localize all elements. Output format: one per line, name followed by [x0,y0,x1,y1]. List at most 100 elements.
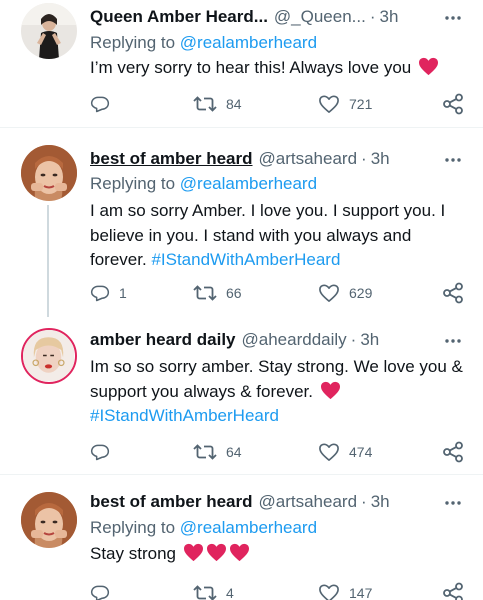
reply-button[interactable] [90,581,119,600]
reply-icon [90,96,110,113]
replying-to-label: Replying to [90,33,180,52]
retweet-count: 84 [226,96,242,112]
retweet-icon [193,285,217,301]
user-handle[interactable]: @_Queen... [274,7,366,27]
retweet-icon [193,444,217,460]
hashtag-link[interactable]: #IStandWithAmberHeard [151,250,340,269]
tweet-text-content: Im so so sorry amber. Stay strong. We lo… [90,357,463,401]
tweet[interactable]: best of amber heard @artsaheard · 3h Rep… [0,475,483,600]
mention-link[interactable]: @realamberheard [180,518,317,537]
retweet-icon [193,96,217,112]
user-handle[interactable]: @artsaheard [259,149,358,169]
like-count: 474 [349,444,373,460]
tweet-actions: 1 66 629 [90,281,470,305]
reply-icon [90,444,110,461]
retweet-icon [193,585,217,600]
tweet-text: Stay strong [90,542,469,567]
tweet-header: best of amber heard @artsaheard · 3h [90,149,483,173]
tweet-actions: 84 721 [90,92,470,116]
like-button[interactable]: 147 [318,581,372,600]
tweet[interactable]: best of amber heard @artsaheard · 3h Rep… [0,128,483,318]
share-icon [443,282,463,304]
replying-to-label: Replying to [90,174,180,193]
retweet-button[interactable]: 66 [193,281,242,305]
reply-button[interactable] [90,92,119,116]
separator-dot: · [361,492,367,511]
thread-line [47,205,49,317]
like-icon [319,584,339,600]
replying-to: Replying to @realamberheard [90,33,317,53]
display-name[interactable]: Queen Amber Heard... [90,7,268,27]
tweet-text-content: Stay strong [90,544,176,563]
retweet-count: 4 [226,585,234,600]
avatar[interactable] [21,145,77,201]
display-name[interactable]: best of amber heard [90,492,253,512]
mention-link[interactable]: @realamberheard [180,33,317,52]
user-handle[interactable]: @artsaheard [259,492,358,512]
like-button[interactable]: 629 [318,281,372,305]
more-icon[interactable] [443,8,463,28]
retweet-count: 64 [226,444,242,460]
tweet-header: amber heard daily @ahearddaily · 3h [90,330,483,354]
timestamp[interactable]: 3h [360,330,379,350]
replying-to: Replying to @realamberheard [90,518,317,538]
replying-to-label: Replying to [90,518,180,537]
timestamp[interactable]: 3h [371,149,390,169]
hashtag-link[interactable]: #IStandWithAmberHeard [90,406,279,425]
red-heart-emoji [418,57,439,76]
more-icon[interactable] [443,331,463,351]
replying-to: Replying to @realamberheard [90,174,317,194]
share-button[interactable] [442,281,464,305]
red-heart-emoji [320,381,341,400]
separator-dot: · [369,7,376,26]
share-button[interactable] [442,92,464,116]
tweet-text: I’m very sorry to hear this! Always love… [90,56,469,81]
display-name[interactable]: amber heard daily [90,330,236,350]
tweet-text: I am so sorry Amber. I love you. I suppo… [90,199,469,273]
retweet-count: 66 [226,285,242,301]
like-icon [319,95,339,113]
tweet-actions: 4 147 [90,581,470,600]
like-count: 629 [349,285,373,301]
avatar[interactable] [21,492,77,548]
tweet-actions: 64 474 [90,440,470,464]
separator-dot: · [350,330,357,349]
reply-button[interactable]: 1 [90,281,127,305]
like-count: 147 [349,585,373,600]
red-heart-emoji [206,543,227,562]
avatar[interactable] [21,3,77,59]
share-button[interactable] [442,440,464,464]
retweet-button[interactable]: 84 [193,92,242,116]
like-count: 721 [349,96,373,112]
reply-button[interactable] [90,440,119,464]
reply-icon [90,285,110,302]
mention-link[interactable]: @realamberheard [180,174,317,193]
reply-count: 1 [119,285,127,301]
share-icon [443,441,463,463]
like-button[interactable]: 474 [318,440,372,464]
more-icon[interactable] [443,150,463,170]
tweet[interactable]: Queen Amber Heard... @_Queen... · 3h Rep… [0,0,483,126]
separator-dot: · [361,149,367,168]
retweet-button[interactable]: 4 [193,581,234,600]
more-icon[interactable] [443,493,463,513]
tweet-text-content: I’m very sorry to hear this! Always love… [90,58,412,77]
red-heart-emoji [183,543,204,562]
tweet[interactable]: amber heard daily @ahearddaily · 3h Im s… [0,318,483,480]
display-name[interactable]: best of amber heard [90,149,253,169]
share-icon [443,582,463,600]
user-handle[interactable]: @ahearddaily [242,330,347,350]
retweet-button[interactable]: 64 [193,440,242,464]
tweet-header: Queen Amber Heard... @_Queen... · 3h [90,7,483,31]
like-icon [319,443,339,461]
tweet-header: best of amber heard @artsaheard · 3h [90,492,483,516]
red-heart-emoji [229,543,250,562]
avatar[interactable] [21,328,77,384]
timestamp[interactable]: 3h [371,492,390,512]
timestamp[interactable]: 3h [380,7,399,27]
like-button[interactable]: 721 [318,92,372,116]
tweet-text: Im so so sorry amber. Stay strong. We lo… [90,355,469,429]
share-button[interactable] [442,581,464,600]
reply-icon [90,585,110,600]
like-icon [319,284,339,302]
